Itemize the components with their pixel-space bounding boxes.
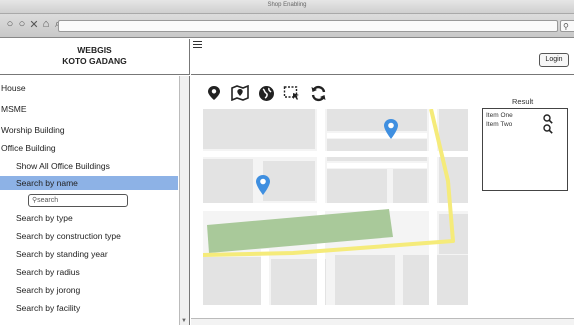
forward-icon[interactable]: ○ (16, 18, 27, 31)
window-titlebar: Shop Enabling (0, 0, 574, 14)
sidebar-item-worship-building[interactable]: Worship Building (1, 125, 65, 135)
brand-title: WEBGIS (77, 45, 112, 55)
login-button[interactable]: Login (539, 53, 569, 67)
brand-subtitle: KOTO GADANG (62, 56, 127, 66)
sidebar-item-search-by-jorong[interactable]: Search by jorong (16, 285, 80, 295)
result-item[interactable]: Item One (486, 112, 513, 119)
sidebar-item-search-by-facility[interactable]: Search by facility (16, 303, 80, 313)
sidebar-item-show-all-office[interactable]: Show All Office Buildings (16, 161, 110, 171)
browser-search-input[interactable]: ⚲ (560, 20, 574, 32)
sidebar-item-msme[interactable]: MSME (1, 104, 27, 114)
map-view[interactable] (203, 109, 468, 305)
sidebar-item-search-by-radius[interactable]: Search by radius (16, 267, 80, 277)
sidebar-search-input[interactable]: ⚲search (28, 194, 128, 207)
close-icon[interactable]: ✕ (28, 18, 39, 31)
top-bar: Login (191, 39, 574, 75)
app-brand: WEBGIS KOTO GADANG (0, 39, 190, 75)
sidebar-item-search-by-name[interactable]: Search by name (16, 178, 78, 188)
sidebar-item-house[interactable]: House (1, 83, 26, 93)
sidebar-scrollbar[interactable] (179, 76, 189, 325)
globe-icon[interactable] (257, 84, 275, 102)
result-list: Item One Item Two (482, 108, 568, 191)
zoom-icon[interactable] (543, 121, 553, 139)
result-title: Result (512, 97, 534, 106)
map-search-icon[interactable] (231, 84, 249, 102)
sidebar-item-search-by-type[interactable]: Search by type (16, 213, 73, 223)
result-item[interactable]: Item Two (486, 121, 512, 128)
back-icon[interactable]: ○ (4, 18, 15, 31)
sidebar-item-search-by-standing-year[interactable]: Search by standing year (16, 249, 108, 259)
url-input[interactable] (58, 20, 558, 32)
result-item-label: Item Two (486, 121, 513, 128)
browser-nav: ○ ○ ✕ ⌂ ⌕ (4, 18, 63, 31)
menu-icon[interactable] (193, 41, 202, 50)
sidebar: House MSME Worship Building Office Build… (0, 76, 190, 325)
sidebar-item-search-by-construction-type[interactable]: Search by construction type (16, 231, 121, 241)
window-title: Shop Enabling (267, 2, 307, 8)
address-bar: ○ ○ ✕ ⌂ ⌕ ⚲ (0, 14, 574, 38)
home-icon[interactable]: ⌂ (40, 18, 51, 31)
sidebar-item-office-building[interactable]: Office Building (1, 143, 56, 153)
scroll-down-icon[interactable]: ▼ (181, 318, 187, 324)
map-pin-icon[interactable] (205, 84, 223, 102)
refresh-icon[interactable] (309, 84, 327, 102)
map-toolbar (205, 84, 327, 104)
select-area-icon[interactable] (283, 84, 301, 102)
horizontal-scrollbar[interactable] (191, 318, 574, 325)
search-icon: ⚲ (563, 22, 569, 31)
map-canvas (203, 109, 468, 305)
search-placeholder: search (37, 197, 59, 204)
result-item-label: Item One (486, 112, 513, 119)
